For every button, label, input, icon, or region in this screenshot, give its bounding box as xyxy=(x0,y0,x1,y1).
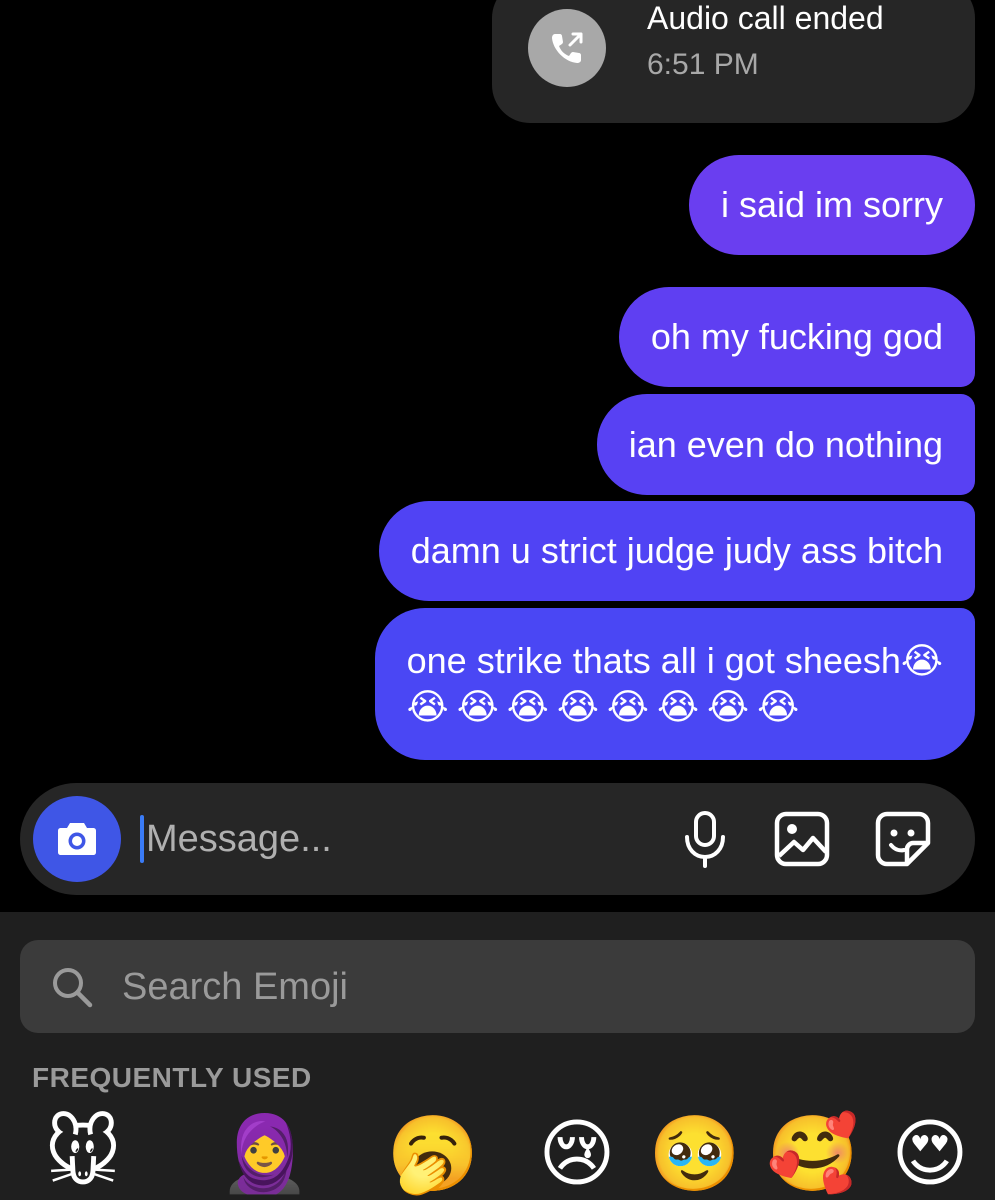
microphone-button[interactable] xyxy=(675,809,735,869)
heart-eyes-emoji: 😍 xyxy=(891,1111,969,1197)
emoji-key[interactable]: 🧕 xyxy=(210,1108,320,1200)
message-bubble[interactable]: i said im sorry xyxy=(688,155,975,255)
text-caret xyxy=(140,815,144,863)
sticker-icon xyxy=(875,811,931,867)
chat-thread: Audio call ended 6:51 PM i said im sorry… xyxy=(0,0,995,912)
camera-button[interactable] xyxy=(33,796,121,882)
pleading-face-emoji: 🥹 xyxy=(648,1111,742,1197)
emoji-key[interactable]: 🥰 xyxy=(758,1108,868,1200)
message-text: damn u strict judge judy ass bitch xyxy=(410,530,943,571)
smiling-face-with-hearts-emoji: 🥰 xyxy=(766,1111,860,1197)
camera-icon xyxy=(58,823,96,855)
phone-call-icon xyxy=(528,9,606,87)
call-title: Audio call ended xyxy=(647,0,884,36)
call-time: 6:51 PM xyxy=(647,48,759,81)
message-bubble[interactable]: damn u strict judge judy ass bitch xyxy=(378,501,975,601)
emoji-key[interactable]: 😢 xyxy=(522,1108,632,1200)
crying-emoji: 😭 xyxy=(900,640,943,682)
microphone-icon xyxy=(685,811,725,868)
emoji-search-input[interactable] xyxy=(122,958,942,1016)
message-bubble[interactable]: oh my fucking god xyxy=(618,287,975,387)
memoji-person-2-emoji: 🥱 xyxy=(386,1111,480,1197)
message-text: one strike thats all i got sheesh xyxy=(406,639,901,681)
emoji-key[interactable]: 🥱 xyxy=(378,1108,488,1200)
message-text: oh my fucking god xyxy=(650,316,943,357)
message-composer xyxy=(20,783,975,895)
emoji-key[interactable]: 🥹 xyxy=(640,1108,750,1200)
memoji-person-1-emoji: 🧕 xyxy=(218,1111,312,1197)
gallery-button[interactable] xyxy=(772,809,832,869)
section-label: FREQUENTLY USED xyxy=(32,1062,312,1093)
message-text: ian even do nothing xyxy=(628,423,943,465)
message-bubble[interactable]: one strike thats all i got sheesh😭 😭😭😭😭😭… xyxy=(374,608,975,760)
call-ended-card[interactable]: Audio call ended 6:51 PM xyxy=(492,0,975,123)
gallery-icon xyxy=(774,811,830,867)
frequently-used-row: 🐭 🧕 🥱 😢 🥹 🥰 😍 xyxy=(0,1108,995,1200)
emoji-line: 😭😭😭😭😭😭😭😭 xyxy=(406,686,808,728)
message-input[interactable] xyxy=(146,811,646,867)
emoji-key[interactable]: 😍 xyxy=(875,1108,985,1200)
search-icon xyxy=(53,968,93,1008)
message-bubble[interactable]: ian even do nothing xyxy=(596,394,975,495)
memoji-mouse-emoji: 🐭 xyxy=(44,1111,122,1197)
message-text: i said im sorry xyxy=(720,184,943,225)
crying-face-emoji: 😢 xyxy=(538,1111,616,1197)
emoji-key[interactable]: 🐭 xyxy=(28,1108,138,1200)
sticker-button[interactable] xyxy=(873,809,933,869)
emoji-search-box[interactable] xyxy=(20,940,975,1033)
